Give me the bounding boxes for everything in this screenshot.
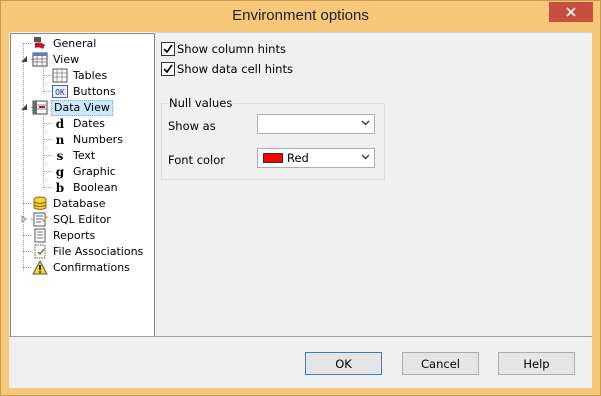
tree-item-label: Data View [51, 99, 113, 116]
button-bar-divider [9, 336, 592, 337]
font-color-label: Font color [168, 153, 226, 167]
show-data-cell-hints-label: Show data cell hints [177, 62, 293, 76]
show-as-select[interactable] [257, 114, 375, 134]
tree-item-view[interactable]: View [32, 52, 81, 67]
chevron-down-icon [20, 103, 27, 110]
options-window: Environment options General View Tables … [0, 0, 601, 396]
close-button[interactable] [549, 2, 593, 22]
tree-item-sql-editor[interactable]: SQL Editor [32, 212, 113, 227]
tree-item-tables[interactable]: Tables [52, 68, 109, 83]
ok-button-icon: OK [52, 84, 68, 99]
chevron-down-icon [361, 154, 370, 160]
expand-data-view-toggle[interactable] [19, 102, 28, 111]
tree-item-label: Numbers [73, 132, 123, 146]
show-data-cell-hints-option[interactable]: Show data cell hints [161, 62, 293, 76]
numbers-icon: n [55, 132, 65, 147]
tree-item-label: Database [53, 196, 106, 210]
tree-item-label: View [53, 52, 80, 66]
show-column-hints-label: Show column hints [177, 42, 286, 56]
font-color-value: Red [287, 151, 309, 165]
tree-item-buttons[interactable]: OK Buttons [52, 84, 118, 99]
tree-item-label: Text [73, 148, 96, 162]
expand-sql-editor-toggle[interactable] [19, 214, 28, 223]
reports-icon [32, 228, 48, 243]
options-tree[interactable]: General View Tables OK Buttons Data View… [10, 33, 155, 337]
font-color-swatch [263, 153, 283, 163]
data-view-icon [32, 100, 48, 115]
expand-view-toggle[interactable] [19, 54, 28, 63]
tree-item-database[interactable]: Database [32, 196, 108, 211]
show-data-cell-hints-checkbox[interactable] [161, 62, 175, 76]
svg-text:OK: OK [55, 88, 65, 97]
tree-item-label: Boolean [73, 180, 118, 194]
tree-item-label: General [53, 36, 97, 50]
view-icon [32, 52, 48, 67]
tree-item-text[interactable]: s Text [52, 148, 97, 163]
tree-item-label: Buttons [73, 84, 116, 98]
boolean-icon: b [55, 180, 65, 195]
file-associations-icon [32, 244, 48, 259]
title-bar[interactable]: Environment options [1, 1, 600, 32]
ok-button[interactable]: OK [305, 352, 382, 375]
table-icon [52, 68, 68, 83]
dialog-client: General View Tables OK Buttons Data View… [9, 32, 592, 388]
warning-icon [32, 260, 48, 275]
dates-icon: d [55, 116, 65, 131]
database-icon [32, 196, 48, 211]
tree-item-numbers[interactable]: n Numbers [52, 132, 125, 147]
sql-editor-icon [32, 212, 48, 227]
checkmark-icon [163, 64, 173, 74]
chevron-right-icon [21, 214, 27, 223]
tree-item-reports[interactable]: Reports [32, 228, 97, 243]
data-view-options-panel: Show column hints Show data cell hints N… [155, 32, 592, 337]
checkmark-icon [163, 44, 173, 54]
show-column-hints-option[interactable]: Show column hints [161, 42, 286, 56]
text-icon: s [56, 148, 64, 163]
tree-item-label: File Associations [53, 244, 144, 258]
close-icon [566, 7, 576, 17]
tree-item-label: Tables [73, 68, 108, 82]
chevron-down-icon [20, 55, 27, 62]
general-icon [32, 36, 48, 51]
tree-item-dates[interactable]: d Dates [52, 116, 107, 131]
tree-item-label: Confirmations [53, 260, 130, 274]
help-button[interactable]: Help [498, 352, 575, 375]
cancel-button[interactable]: Cancel [402, 352, 479, 375]
tree-item-data-view[interactable]: Data View [32, 99, 113, 116]
tree-item-graphic[interactable]: g Graphic [52, 164, 118, 179]
tree-item-label: Reports [53, 228, 96, 242]
tree-item-file-associations[interactable]: File Associations [32, 244, 145, 259]
tree-item-label: Graphic [73, 164, 116, 178]
font-color-select[interactable]: Red [257, 148, 375, 168]
chevron-down-icon [361, 120, 370, 126]
tree-item-confirmations[interactable]: Confirmations [32, 260, 132, 275]
show-as-label: Show as [168, 119, 216, 133]
tree-item-label: SQL Editor [53, 212, 111, 226]
graphic-icon: g [55, 164, 65, 179]
null-values-title: Null values [168, 96, 234, 110]
tree-item-boolean[interactable]: b Boolean [52, 180, 120, 195]
tree-item-label: Dates [73, 116, 106, 130]
window-title: Environment options [232, 7, 369, 24]
show-column-hints-checkbox[interactable] [161, 42, 175, 56]
null-values-group: Null values Show as Font color Red [161, 96, 385, 180]
tree-item-general[interactable]: General [32, 36, 98, 51]
